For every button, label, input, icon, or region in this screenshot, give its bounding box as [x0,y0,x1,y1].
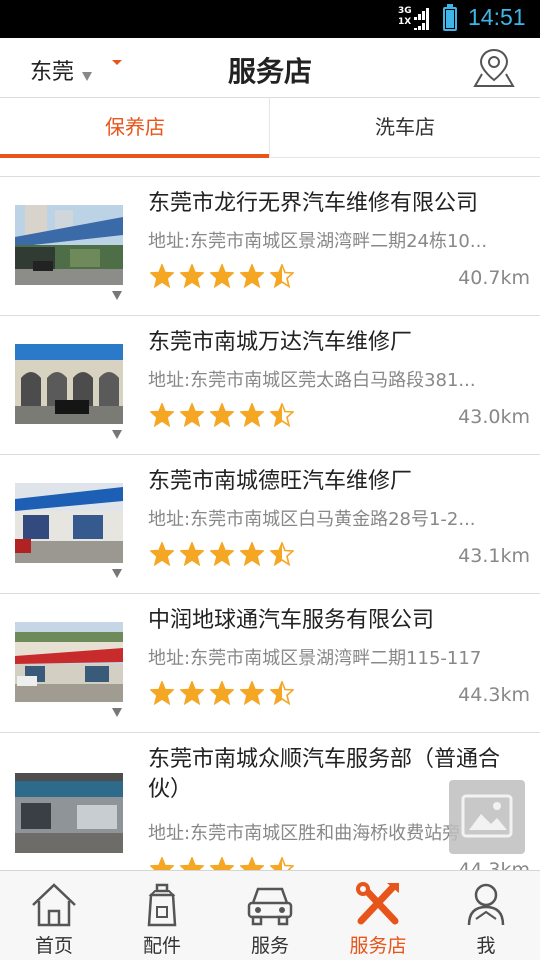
star-icon [179,262,205,289]
clock: 14:51 [468,4,526,30]
nav-service-shops[interactable]: 服务店 [324,871,432,960]
nav-label: 我 [476,935,496,957]
nav-label: 服务店 [349,935,407,957]
rating-stars [149,401,300,428]
star-icon [149,679,175,706]
shop-photo [15,773,123,853]
home-icon [29,881,79,929]
shop-distance: 43.1km [458,545,530,567]
nav-label: 服务 [250,935,289,957]
shop-distance: 40.7km [458,267,530,289]
shop-distance: 44.3km [458,684,530,706]
nav-service[interactable]: 服务 [216,871,324,960]
list-item[interactable]: 东莞市龙行无界汽车维修有限公司 地址:东莞市南城区景湖湾畔二期24栋10... … [0,177,540,316]
map-pin-icon[interactable] [470,46,518,90]
nav-parts[interactable]: 配件 [108,871,216,960]
signal-icon [414,8,432,20]
shop-list[interactable]: 东莞市龙行无界汽车维修有限公司 地址:东莞市南城区景湖湾畔二期24栋10... … [0,176,540,870]
network-indicator: 3G 1X [398,6,412,27]
shop-photo [15,205,123,285]
battery-icon [443,4,457,31]
shop-distance: 44.3km [458,859,530,870]
nav-label: 配件 [142,935,181,957]
tab-bar: 保养店 洗车店 [0,98,540,158]
star-icon [209,679,235,706]
star-icon [149,855,175,870]
car-icon [245,881,295,929]
star-icon [239,855,265,870]
rating-stars [149,855,300,870]
list-item[interactable]: 东莞市南城万达汽车维修厂 地址:东莞市南城区莞太路白马路段381... 43.0… [0,316,540,455]
half-star-icon [269,401,295,428]
shop-name: 东莞市龙行无界汽车维修有限公司 [148,191,479,216]
tab-car-wash-shops[interactable]: 洗车店 [270,98,540,158]
list-item[interactable]: 中润地球通汽车服务有限公司 地址:东莞市南城区景湖湾畔二期115-117 44.… [0,594,540,733]
star-icon [179,855,205,870]
tab-maintenance-shops[interactable]: 保养店 [0,98,270,158]
star-icon [149,540,175,567]
tools-icon [353,881,403,929]
page-title: 服务店 [227,55,312,88]
shop-photo [15,344,123,424]
chevron-down-icon [112,291,122,300]
star-icon [239,401,265,428]
star-icon [149,262,175,289]
star-icon [209,540,235,567]
star-icon [239,679,265,706]
shop-name: 东莞市南城万达汽车维修厂 [148,330,413,355]
chevron-down-icon [112,430,122,439]
shop-address: 地址:东莞市南城区莞太路白马路段381... [148,370,476,391]
nav-label: 首页 [34,935,73,957]
star-icon [179,401,205,428]
chevron-down-icon [112,569,122,578]
half-star-icon [269,679,295,706]
rating-stars [149,262,300,289]
shop-name: 东莞市南城德旺汽车维修厂 [148,469,413,494]
nav-me[interactable]: 我 [432,871,540,960]
star-icon [239,540,265,567]
shop-address: 地址:东莞市南城区景湖湾畔二期115-117 [148,648,482,669]
rating-stars [149,540,300,567]
half-star-icon [269,262,295,289]
list-item[interactable]: 东莞市南城德旺汽车维修厂 地址:东莞市南城区白马黄金路28号1-2... 43.… [0,455,540,594]
oil-bottle-icon [137,881,187,929]
half-star-icon [269,855,295,870]
star-icon [179,540,205,567]
star-icon [209,855,235,870]
shop-name: 中润地球通汽车服务有限公司 [148,608,435,633]
tab-indicator-notch [112,60,122,65]
nav-home[interactable]: 首页 [0,871,108,960]
star-icon [239,262,265,289]
star-icon [149,401,175,428]
half-star-icon [269,540,295,567]
shop-photo [15,622,123,702]
bottom-navigation: 首页 配件 服务 服务店 我 [0,870,540,960]
active-tab-indicator [0,154,269,158]
star-icon [209,401,235,428]
image-view-button[interactable] [449,780,525,854]
rating-stars [149,679,300,706]
status-bar: 3G 1X 14:51 [0,0,540,38]
shop-address: 地址:东莞市南城区景湖湾畔二期24栋10... [148,231,488,252]
chevron-down-icon [112,708,122,717]
user-icon [461,881,511,929]
shop-address: 地址:东莞市南城区白马黄金路28号1-2... [148,509,476,530]
star-icon [179,679,205,706]
header-bar: 东莞 服务店 [0,38,540,98]
shop-distance: 43.0km [458,406,530,428]
shop-photo [15,483,123,563]
signal-icon-2 [414,20,432,30]
star-icon [209,262,235,289]
